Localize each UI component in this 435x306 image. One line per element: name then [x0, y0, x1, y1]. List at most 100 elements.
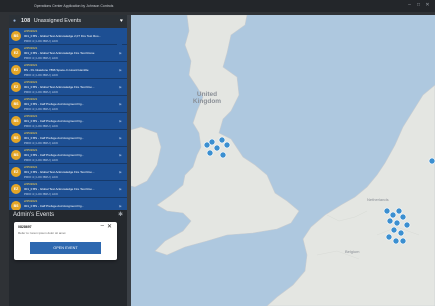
event-date: 2/25/2021 — [24, 63, 38, 67]
event-marker[interactable] — [399, 213, 407, 221]
maximize-icon[interactable]: □ — [416, 3, 421, 8]
event-list-item[interactable]: BS 2/25/2021 001_0 BS - Global Test Acknow… — [9, 28, 127, 45]
event-meta: PRIO 4 | LOC BRU | ACK — [24, 39, 59, 43]
event-marker[interactable] — [399, 237, 407, 245]
event-marker[interactable] — [213, 144, 221, 152]
event-marker[interactable] — [389, 211, 397, 219]
close-icon[interactable]: ✕ — [425, 3, 430, 8]
event-marker[interactable] — [208, 138, 216, 146]
minimize-icon[interactable]: – — [407, 3, 412, 8]
event-title: 001_0 BS - Caff Prefuge Avd Acogment Fig… — [24, 119, 85, 123]
admin-events-title: Admin's Events — [13, 212, 55, 218]
event-list: BS 2/25/2021 001_0 BS - Global Test Acknow… — [9, 28, 127, 216]
map-label-belgium: Belgium — [345, 249, 360, 254]
event-title: 001_0 BS - Global Test Acknowledge Fire … — [24, 170, 95, 174]
flag-icon[interactable]: ⚑ — [118, 51, 122, 56]
event-meta: PRIO 4 | LOC BRU | ACK — [24, 56, 59, 60]
event-title: 001_0 BS - Global Test Acknowledge 2,07 … — [24, 34, 102, 38]
event-title: BS - RL Glasdone 7896 Space-In Hoard Ham… — [24, 68, 89, 72]
event-list-item[interactable]: EZ 2/25/2021 001_0 BS - Global Test Acknow… — [9, 45, 127, 62]
event-meta: PRIO 4 | LOC BRU | ACK — [24, 107, 59, 111]
event-date: 2/25/2021 — [24, 114, 38, 118]
event-marker[interactable] — [219, 151, 227, 159]
map-canvas[interactable] — [127, 15, 435, 306]
flag-icon[interactable]: ⚑ — [118, 85, 122, 90]
event-date: 2/25/2021 — [24, 165, 38, 169]
title-bar: Operations Center Application by Johnson… — [0, 0, 435, 12]
bell-icon: ● — [13, 18, 17, 24]
event-marker[interactable] — [206, 149, 214, 157]
app-window: Operations Center Application by Johnson… — [0, 0, 435, 306]
flag-icon[interactable]: ⚑ — [118, 119, 122, 124]
event-list-item[interactable]: EZ 2/25/2021 001_0 BS - Global Test Acknow… — [9, 79, 127, 96]
event-list-item[interactable]: EZ 2/25/2021 BS - RL Glasdone 7896 Space-I… — [9, 62, 127, 79]
event-meta: PRIO 4 | LOC BRU | ACK — [24, 192, 59, 196]
event-marker[interactable] — [390, 226, 398, 234]
event-marker[interactable] — [393, 219, 401, 227]
event-marker[interactable] — [403, 221, 411, 229]
event-list-item[interactable]: BS 2/25/2021 001_0 BS - Caff Prefuge Avd A… — [9, 113, 127, 130]
event-list-item[interactable]: BS 2/25/2021 001_0 BS - Caff Prefuge Avd A… — [9, 96, 127, 113]
flag-icon[interactable]: ⚑ — [118, 187, 122, 192]
event-date: 2/25/2021 — [24, 97, 38, 101]
event-card: 0828697 Refer to: lorem ipsum dolor sit … — [14, 222, 117, 260]
event-date: 2/25/2021 — [24, 199, 38, 203]
event-list-item[interactable]: BS 2/25/2021 001_0 BS - Caff Prefuge Avd A… — [9, 130, 127, 147]
flag-icon[interactable]: ⚑ — [118, 102, 122, 107]
event-marker[interactable] — [397, 229, 405, 237]
event-meta: PRIO 4 | LOC BRU | ACK — [24, 141, 59, 145]
event-marker[interactable] — [385, 233, 393, 241]
event-list-item[interactable]: BS 2/25/2021 001_0 BS - Caff Prefuge Avd A… — [9, 147, 127, 164]
avatar: BS — [11, 99, 21, 109]
close-icon[interactable]: ✕ — [107, 223, 112, 230]
event-title: 001_0 BS - Global Test Acknowledge Fire … — [24, 187, 95, 191]
avatar: EZ — [11, 65, 21, 75]
event-date: 2/25/2021 — [24, 148, 38, 152]
event-meta: PRIO 4 | LOC BRU | ACK — [24, 73, 59, 77]
event-marker[interactable] — [218, 136, 226, 144]
avatar: BS — [11, 116, 21, 126]
event-title: 001_0 BS - Caff Prefuge Avd Acogment Fig… — [24, 136, 85, 140]
minimize-icon[interactable]: – — [101, 223, 104, 229]
avatar: BS — [11, 133, 21, 143]
event-date: 2/25/2021 — [24, 80, 38, 84]
event-list-item[interactable]: EZ 2/25/2021 001_0 BS - Global Test Acknow… — [9, 164, 127, 181]
event-date: 2/25/2021 — [24, 182, 38, 186]
avatar: EZ — [11, 48, 21, 58]
avatar: BS — [11, 150, 21, 160]
map-divider — [127, 15, 131, 306]
event-marker[interactable] — [395, 207, 403, 215]
event-marker[interactable] — [383, 207, 391, 215]
app-title: Operations Center Application by Johnson… — [34, 4, 114, 8]
event-list-item[interactable]: EZ 2/25/2021 001_0 BS - Global Test Acknow… — [9, 181, 127, 198]
event-title: 001_0 BS - Caff Prefuge Avd Acogment Fig… — [24, 102, 85, 106]
event-date: 2/25/2021 — [24, 46, 38, 50]
event-marker[interactable] — [223, 141, 231, 149]
event-marker[interactable] — [428, 157, 435, 165]
event-title: 001_0 BS - Global Test Acknowledge Fire … — [24, 51, 95, 55]
flag-icon[interactable]: ⚑ — [118, 68, 122, 73]
panel-title: Unassigned Events — [33, 18, 82, 24]
map-view[interactable]: United Kingdom Netherlands Belgium — [127, 15, 435, 306]
panel-collapse-tab[interactable] — [117, 28, 122, 50]
event-title: 001_0 BS - Global Test Acknowledge Fire … — [24, 85, 95, 89]
flag-icon[interactable]: ⚑ — [118, 136, 122, 141]
flag-icon[interactable]: ⚑ — [118, 204, 122, 209]
avatar: BS — [11, 31, 21, 41]
map-label-netherlands: Netherlands — [367, 197, 389, 202]
map-label-uk: United Kingdom — [192, 91, 222, 105]
heart-icon[interactable]: ♥ — [120, 15, 123, 28]
open-event-button[interactable]: OPEN EVENT — [30, 242, 101, 254]
event-meta: PRIO 4 | LOC BRU | ACK — [24, 175, 59, 179]
flag-icon[interactable]: ⚑ — [118, 170, 122, 175]
event-card-id: 0828697 — [18, 225, 32, 229]
gear-icon[interactable]: ✱ — [118, 211, 123, 218]
event-date: 2/25/2021 — [24, 131, 38, 135]
event-marker[interactable] — [392, 237, 400, 245]
event-card-description: Refer to: lorem ipsum dolor sit amet — [18, 231, 66, 235]
event-title: 001_0 BS - Caff Prefuge Avd Acogment Fig… — [24, 153, 85, 157]
event-count: 108 — [21, 18, 31, 24]
event-marker[interactable] — [386, 217, 394, 225]
flag-icon[interactable]: ⚑ — [118, 153, 122, 158]
event-date: 2/25/2021 — [24, 29, 38, 33]
